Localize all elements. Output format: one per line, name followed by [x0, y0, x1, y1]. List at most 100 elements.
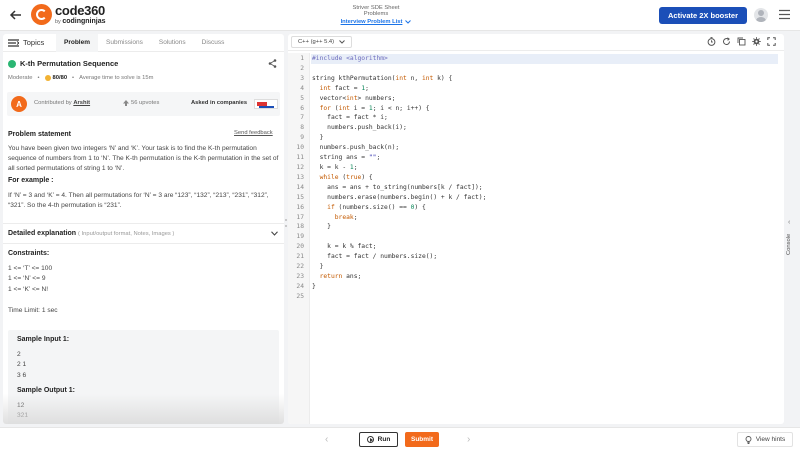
- hamburger-menu-icon[interactable]: [778, 9, 791, 20]
- logo-by: by: [55, 19, 61, 25]
- chevron-left-icon[interactable]: ‹: [788, 219, 790, 226]
- line-number: 20: [296, 243, 304, 251]
- settings-gear-icon[interactable]: [752, 37, 761, 46]
- topics-label: Topics: [23, 38, 45, 47]
- line-number: 23: [296, 272, 304, 280]
- line-number: 10: [296, 144, 304, 152]
- console-label[interactable]: Console: [786, 234, 792, 255]
- line-number: 7: [300, 114, 304, 122]
- example-text: If ‘N’ = 3 and ‘K’ = 4. Then all permuta…: [8, 192, 269, 210]
- problem-meta: Moderate • 80/80 • Average time to solve…: [8, 75, 154, 81]
- sample-input-line: 2 1: [17, 361, 27, 369]
- tab-solutions[interactable]: Solutions: [151, 34, 194, 52]
- tab-discuss[interactable]: Discuss: [194, 34, 233, 52]
- run-label: Run: [377, 436, 391, 443]
- chevron-down-icon[interactable]: [271, 231, 278, 236]
- author-link[interactable]: Arshit: [73, 100, 90, 106]
- code360-logo-mark: [31, 4, 52, 26]
- asked-in-label: Asked in companies: [191, 100, 248, 106]
- line-number: 22: [296, 263, 304, 271]
- problem-statement-text: You have been given two integers ‘N’ and…: [8, 145, 279, 173]
- line-number: 18: [296, 223, 304, 231]
- tab-problem[interactable]: Problem: [56, 34, 99, 52]
- lightbulb-icon: [745, 435, 752, 444]
- solved-check-icon: [8, 59, 16, 68]
- problem-title: K-th Permutation Sequence: [20, 59, 119, 68]
- chevron-down-icon: [339, 40, 345, 44]
- logo-brand: codingninjas: [62, 18, 106, 25]
- code-text[interactable]: #include <algorithm> string kthPermutati…: [312, 54, 486, 292]
- line-number: 1: [300, 55, 304, 62]
- problem-list-link[interactable]: Interview Problem List: [340, 19, 412, 25]
- sample-input-line: 3 6: [17, 371, 27, 379]
- line-numbers: 1 2 3 4 5 6 7 8 9 10 11 12 13 14 15 16 17 18 19 20 21 22 23 24 2…: [288, 54, 304, 302]
- problem-tabs: Topics Problem Submissions Solutions Dis…: [3, 34, 284, 52]
- bottom-bar: ‹ Run Submit › View hints: [0, 427, 800, 450]
- constraints-list: 1 <= ‘T’ <= 100 1 <= ‘N’ <= 9 1 <= ‘K’ <…: [8, 264, 52, 295]
- line-number: 9: [300, 134, 304, 142]
- line-number: 14: [296, 183, 304, 191]
- problem-list-context: Striver SDE Sheet Problems Interview Pro…: [340, 5, 412, 25]
- fullscreen-icon[interactable]: [767, 37, 776, 46]
- back-arrow-icon[interactable]: [9, 8, 23, 22]
- sample-input: 2 2 1 3 6: [17, 350, 26, 381]
- line-number: 4: [300, 84, 304, 92]
- contributor-avatar: A: [11, 96, 27, 112]
- line-number: 2: [300, 64, 304, 72]
- share-icon[interactable]: [268, 59, 277, 68]
- line-number: 15: [296, 193, 304, 201]
- problem-list-link-label: Interview Problem List: [340, 19, 403, 25]
- chevron-down-icon: [405, 20, 412, 24]
- reset-code-icon[interactable]: [722, 37, 731, 46]
- line-number: 5: [300, 94, 304, 102]
- language-select[interactable]: C++ (g++ 5.4): [291, 36, 353, 48]
- topics-menu-icon: [8, 38, 19, 47]
- sample-input-line: 2: [17, 351, 21, 358]
- constraints-heading: Constraints:: [8, 250, 50, 257]
- problem-info-box: A Contributed by Arshit 56 upvotes Asked…: [7, 92, 280, 116]
- line-number: 3: [300, 74, 304, 82]
- detailed-explanation-toggle[interactable]: Detailed explanation ( Input/output form…: [8, 230, 174, 237]
- constraint-item: 1 <= ‘N’ <= 9: [8, 275, 46, 283]
- top-header: code360 by codingninjas Striver SDE Shee…: [0, 0, 800, 31]
- previous-problem-chevron-icon[interactable]: ‹: [325, 434, 328, 445]
- divider: [3, 243, 284, 244]
- code360-logo[interactable]: code360 by codingninjas: [31, 4, 106, 26]
- timer-icon[interactable]: [707, 37, 716, 46]
- company-logo[interactable]: [254, 99, 278, 109]
- problem-statement-heading: Problem statement: [8, 131, 72, 138]
- line-number: 12: [296, 163, 304, 171]
- submit-button[interactable]: Submit: [405, 432, 439, 447]
- activate-booster-button[interactable]: Activate 2X booster: [659, 7, 747, 24]
- topics-toggle[interactable]: Topics: [3, 38, 56, 47]
- line-number: 17: [296, 213, 304, 221]
- score-value: 80/80: [52, 75, 68, 81]
- line-number: 6: [300, 104, 304, 112]
- language-label: C++ (g++ 5.4): [298, 39, 335, 45]
- view-hints-label: View hints: [755, 436, 786, 443]
- upvote-button[interactable]: 56 upvotes: [123, 100, 159, 106]
- contributed-by-label: Contributed by: [34, 100, 72, 106]
- line-number: 13: [296, 173, 304, 181]
- line-number: 19: [296, 233, 304, 241]
- constraint-item: 1 <= ‘T’ <= 100: [8, 265, 53, 272]
- view-hints-button[interactable]: View hints: [737, 432, 793, 447]
- next-problem-chevron-icon[interactable]: ›: [467, 434, 470, 445]
- editor-toolbar: C++ (g++ 5.4): [288, 34, 784, 51]
- line-number: 8: [300, 124, 304, 132]
- line-number: 11: [296, 154, 304, 162]
- detailed-explanation-label: Detailed explanation: [8, 230, 77, 237]
- run-button[interactable]: Run: [359, 432, 398, 447]
- difficulty-label: Moderate: [8, 75, 33, 81]
- tab-submissions[interactable]: Submissions: [98, 34, 151, 52]
- panel-resize-handle[interactable]: [285, 217, 287, 229]
- line-number: 24: [296, 282, 304, 290]
- send-feedback-link[interactable]: Send feedback: [234, 130, 273, 136]
- code-editor-panel: C++ (g++ 5.4) 1 2 3 4 5 6 7 8 9 10 11 12 13 14 15 16 17 1…: [288, 34, 784, 424]
- sheet-title: Striver SDE Sheet Problems: [352, 5, 400, 17]
- copy-icon[interactable]: [737, 37, 746, 46]
- user-avatar-icon[interactable]: [754, 8, 768, 22]
- line-number: 25: [296, 292, 304, 300]
- score-badge: 80/80: [44, 75, 68, 81]
- example-heading: For example :: [8, 177, 54, 184]
